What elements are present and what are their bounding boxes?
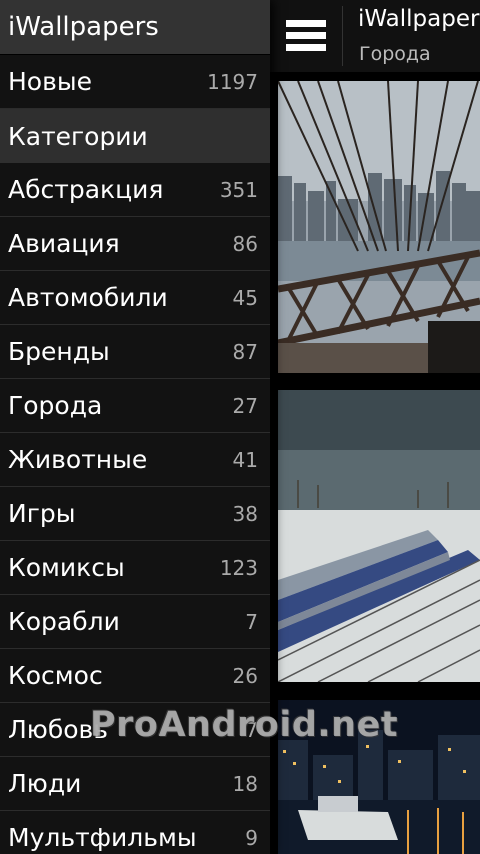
- category-count: 45: [232, 285, 258, 310]
- category-label: Города: [8, 391, 103, 420]
- category-item[interactable]: Города 27: [0, 379, 270, 433]
- category-item[interactable]: Космос 26: [0, 649, 270, 703]
- category-count: 27: [232, 393, 258, 418]
- category-count: 351: [219, 177, 258, 202]
- category-item[interactable]: Авиация 86: [0, 217, 270, 271]
- wallpaper-thumbnail[interactable]: [278, 81, 480, 373]
- category-label: Животные: [8, 445, 148, 474]
- category-item[interactable]: Абстракция 351: [0, 163, 270, 217]
- category-count: 41: [232, 447, 258, 472]
- drawer-item-new[interactable]: Новые 1197: [0, 55, 270, 109]
- category-item[interactable]: Люди 18: [0, 757, 270, 811]
- watermark-overlay: ProAndroid.net: [90, 705, 399, 745]
- category-item[interactable]: Автомобили 45: [0, 271, 270, 325]
- category-item[interactable]: Мультфильмы 9: [0, 811, 270, 854]
- category-label: Автомобили: [8, 283, 168, 312]
- category-count: 9: [245, 825, 258, 850]
- category-label: Авиация: [8, 229, 120, 258]
- category-item[interactable]: Игры 38: [0, 487, 270, 541]
- category-label: Игры: [8, 499, 76, 528]
- category-label: Комиксы: [8, 553, 125, 582]
- app-bar: iWallpapers Города: [270, 0, 480, 72]
- drawer-item-label: Новые: [8, 67, 92, 96]
- category-label: Мультфильмы: [8, 823, 197, 852]
- category-list: Абстракция 351 Авиация 86 Автомобили 45 Бренды…: [0, 163, 270, 854]
- category-label: Космос: [8, 661, 103, 690]
- drawer-item-count: 1197: [207, 69, 258, 94]
- category-item[interactable]: Животные 41: [0, 433, 270, 487]
- app-bar-divider: [342, 6, 343, 66]
- category-label: Бренды: [8, 337, 110, 366]
- category-count: 7: [245, 609, 258, 634]
- category-item[interactable]: Корабли 7: [0, 595, 270, 649]
- app-bar-subtitle: Города: [359, 43, 431, 65]
- category-label: Корабли: [8, 607, 120, 636]
- category-count: 123: [219, 555, 258, 580]
- drawer-header: iWallpapers: [0, 0, 270, 55]
- category-label: Абстракция: [8, 175, 164, 204]
- app-bar-title: iWallpapers: [358, 6, 480, 32]
- category-label: Люди: [8, 769, 82, 798]
- wallpaper-thumbnail[interactable]: [278, 390, 480, 682]
- category-item[interactable]: Бренды 87: [0, 325, 270, 379]
- category-count: 38: [232, 501, 258, 526]
- category-count: 18: [232, 771, 258, 796]
- category-item[interactable]: Комиксы 123: [0, 541, 270, 595]
- section-header-categories: Категории: [0, 109, 270, 163]
- menu-icon[interactable]: [280, 10, 334, 62]
- category-count: 86: [232, 231, 258, 256]
- category-count: 26: [232, 663, 258, 688]
- category-count: 87: [232, 339, 258, 364]
